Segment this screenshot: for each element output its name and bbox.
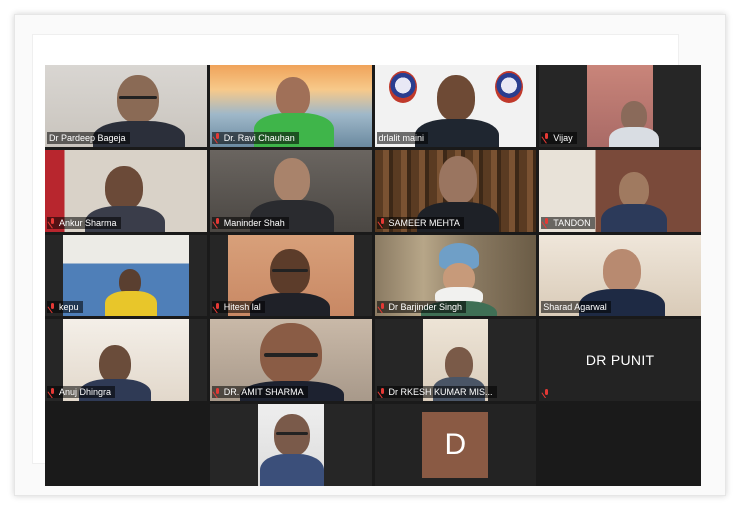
participant-name: kepu — [59, 302, 79, 313]
participant-name-label: Sharad Agarwal — [541, 301, 611, 314]
emblem-icon — [494, 71, 523, 103]
participant-tile-avatar[interactable]: D — [374, 404, 537, 486]
participant-name-label: Vijay — [541, 131, 577, 144]
muted-mic-icon — [543, 133, 550, 142]
participant-tile[interactable]: Ankur Sharma — [45, 149, 207, 232]
participant-head — [436, 75, 475, 121]
participant-tile[interactable]: DR. AMIT SHARMA — [209, 319, 372, 402]
muted-mic-icon — [49, 302, 56, 312]
participant-name-label — [541, 389, 554, 398]
empty-grid-cell — [45, 404, 207, 486]
participant-body — [105, 290, 157, 317]
participant-name: Maninder Shah — [223, 217, 285, 228]
participant-tile[interactable]: Dr. Ravi Chauhan — [209, 65, 372, 147]
muted-mic-icon — [379, 302, 386, 312]
muted-mic-icon — [379, 218, 386, 227]
muted-mic-icon — [543, 218, 550, 227]
participant-name: Vijay — [553, 132, 573, 143]
participant-body — [609, 127, 660, 147]
participant-name-label: Hitesh lal — [211, 301, 265, 314]
participant-tile[interactable]: kepu — [45, 234, 207, 317]
participant-head — [269, 248, 310, 295]
video-gallery: Dr Pardeep Bageja Dr. Ravi Chauhan drlal… — [45, 65, 701, 486]
participant-head — [99, 345, 131, 384]
participant-name-label: Anuj Dhingra — [47, 386, 116, 399]
participant-name-label: kepu — [47, 301, 83, 314]
muted-mic-icon — [214, 387, 221, 397]
participant-name-label: SAMEER MEHTA — [376, 216, 464, 229]
participant-name: DR. AMIT SHARMA — [223, 387, 304, 398]
participant-tile[interactable]: Sharad Agarwal — [539, 234, 701, 317]
participant-tile[interactable]: SAMEER MEHTA — [374, 149, 537, 232]
participant-name-label: TANDON — [541, 216, 595, 229]
muted-mic-icon — [214, 133, 221, 142]
participant-head — [275, 77, 310, 117]
participant-name-label: Dr Pardeep Bageja — [47, 131, 130, 144]
participant-head — [105, 165, 143, 210]
participant-name: Ankur Sharma — [59, 217, 117, 228]
participant-head — [438, 155, 477, 204]
muted-mic-icon — [214, 302, 221, 312]
participant-head — [444, 347, 473, 382]
participant-name-label: drlalit maini — [376, 131, 429, 144]
participant-name-label: DR. AMIT SHARMA — [211, 386, 308, 399]
emblem-icon — [388, 71, 417, 103]
participant-head — [117, 75, 159, 123]
participant-name: Sharad Agarwal — [543, 302, 607, 313]
participant-name-label: Dr Barjinder Singh — [376, 301, 467, 314]
participant-head — [273, 157, 310, 202]
participant-body — [259, 454, 324, 486]
glasses — [271, 268, 308, 272]
participant-display-name: DR PUNIT — [585, 352, 655, 369]
participant-name: Anuj Dhingra — [59, 387, 112, 398]
participant-head — [619, 171, 650, 208]
glasses — [263, 353, 318, 358]
empty-grid-cell — [539, 404, 701, 486]
participant-tile[interactable]: Vijay — [539, 65, 701, 147]
participant-avatar: D — [422, 412, 489, 479]
participant-name: Dr Barjinder Singh — [388, 302, 463, 313]
participant-name: Hitesh lal — [223, 302, 261, 313]
participant-tile[interactable]: Hitesh lal — [209, 234, 372, 317]
participant-name: TANDON — [553, 217, 591, 228]
participant-name-label: Dr. Ravi Chauhan — [211, 131, 299, 144]
glasses — [119, 96, 157, 99]
participant-tile-active-speaker[interactable]: drlalit maini — [374, 65, 537, 147]
participant-tile[interactable]: Maninder Shah — [209, 149, 372, 232]
glasses — [275, 432, 308, 436]
muted-mic-icon — [49, 387, 56, 397]
participant-name: drlalit maini — [378, 132, 425, 143]
participant-head — [603, 248, 642, 293]
participant-tile[interactable]: Dr Barjinder Singh — [374, 234, 537, 317]
participant-name: Dr Pardeep Bageja — [49, 132, 126, 143]
participant-name: Dr RKESH KUMAR MIS... — [388, 387, 493, 398]
participant-body — [601, 203, 668, 232]
participant-tile[interactable]: TANDON — [539, 149, 701, 232]
participant-name: Dr. Ravi Chauhan — [223, 132, 295, 143]
muted-mic-icon — [214, 218, 221, 227]
participant-name-label: Ankur Sharma — [47, 216, 121, 229]
muted-mic-icon — [379, 387, 386, 397]
muted-mic-icon — [543, 389, 550, 398]
participant-tile-video-off[interactable]: DR PUNIT — [539, 319, 701, 402]
participant-name: SAMEER MEHTA — [388, 217, 460, 228]
participant-tile[interactable]: Dr RKESH KUMAR MIS... — [374, 319, 537, 402]
participant-name-label: Dr RKESH KUMAR MIS... — [376, 386, 497, 399]
participant-name-label: Maninder Shah — [211, 216, 289, 229]
participant-head — [273, 414, 310, 457]
participant-tile[interactable]: Dr Pardeep Bageja — [45, 65, 207, 147]
muted-mic-icon — [49, 218, 56, 227]
participant-tile[interactable] — [209, 404, 372, 486]
participant-tile[interactable]: Anuj Dhingra — [45, 319, 207, 402]
